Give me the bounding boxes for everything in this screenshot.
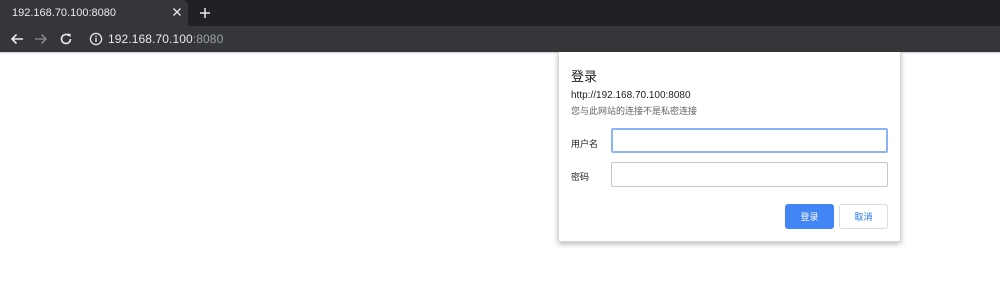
- url-host: 192.168.70.100: [108, 32, 193, 46]
- username-label: 用户名: [571, 139, 599, 149]
- username-field[interactable]: [611, 128, 888, 153]
- login-button[interactable]: 登录: [785, 204, 834, 229]
- reload-icon[interactable]: [57, 30, 75, 48]
- tab-strip: 192.168.70.100:8080: [0, 0, 1000, 26]
- close-icon[interactable]: [170, 5, 184, 19]
- cancel-button[interactable]: 取消: [839, 204, 888, 229]
- password-label: 密码: [571, 172, 590, 182]
- dialog-title: 登录: [571, 69, 598, 84]
- info-icon[interactable]: [89, 32, 103, 46]
- password-field[interactable]: [611, 162, 888, 187]
- browser-tab[interactable]: 192.168.70.100:8080: [0, 0, 188, 26]
- url-text: 192.168.70.100:8080: [108, 32, 223, 46]
- arrow-right-icon[interactable]: [32, 30, 50, 48]
- address-bar[interactable]: 192.168.70.100:8080: [82, 28, 996, 50]
- url-port: :8080: [192, 32, 224, 46]
- arrow-left-icon[interactable]: [8, 30, 26, 48]
- plus-icon[interactable]: [197, 5, 213, 21]
- browser-toolbar: 192.168.70.100:8080: [0, 26, 1000, 52]
- tab-title: 192.168.70.100:8080: [12, 7, 116, 19]
- connection-warning: 您与此网站的连接不是私密连接: [571, 106, 698, 116]
- dialog-origin: http://192.168.70.100:8080: [571, 90, 691, 101]
- auth-dialog: 登录 http://192.168.70.100:8080 您与此网站的连接不是…: [558, 52, 901, 242]
